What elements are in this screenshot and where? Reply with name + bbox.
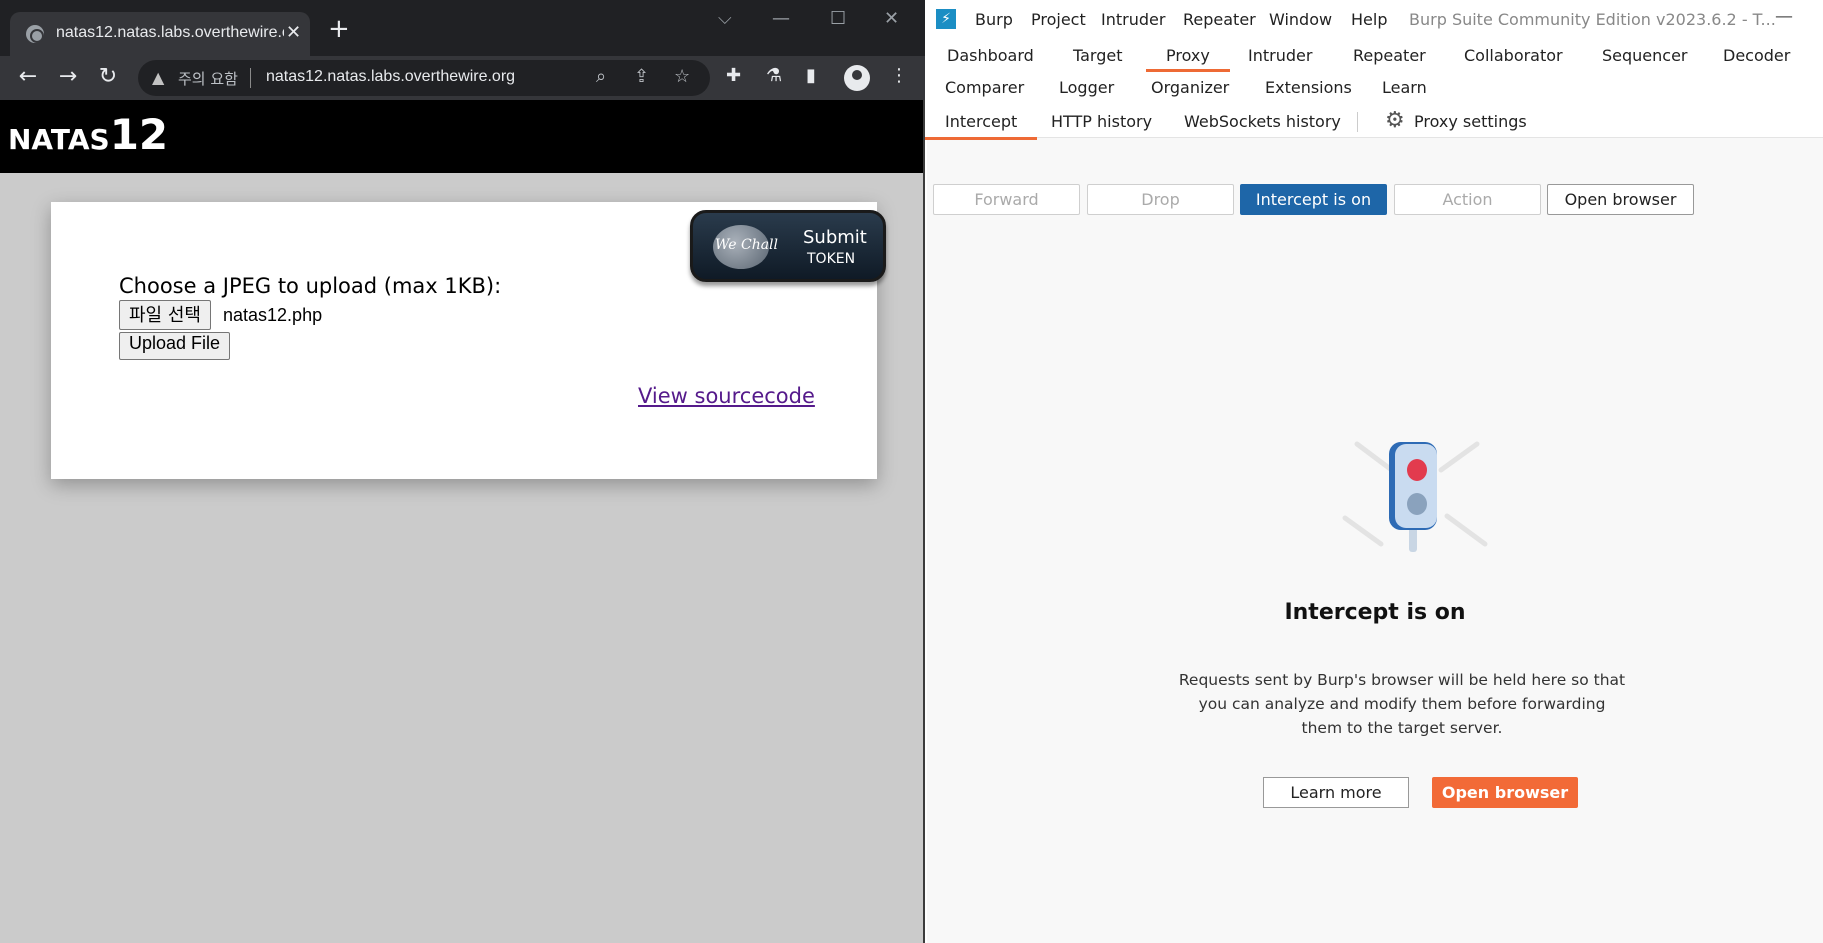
tab-repeater[interactable]: Repeater [1353,46,1426,65]
tab-http-history[interactable]: HTTP history [1051,112,1152,131]
menu-burp[interactable]: Burp [975,10,1013,29]
minimize-icon[interactable]: — [1775,6,1793,27]
gear-icon[interactable]: ⚙ [1385,108,1405,133]
divider [250,68,251,88]
intercept-panel-title: Intercept is on [1284,600,1466,625]
token-label: TOKEN [807,251,856,267]
tab-websockets-history[interactable]: WebSockets history [1184,112,1341,131]
window-title: Burp Suite Community Edition v2023.6.2 -… [1409,10,1776,29]
intercept-toggle-button[interactable]: Intercept is on [1240,184,1387,215]
tab-close-icon[interactable]: ✕ [286,22,301,43]
reload-icon[interactable]: ↻ [94,64,122,89]
wechall-logo-text: We Chall [715,237,779,253]
tab-intruder[interactable]: Intruder [1248,46,1312,65]
tab-proxy[interactable]: Proxy [1146,46,1230,72]
tab-comparer[interactable]: Comparer [945,78,1024,97]
drop-button[interactable]: Drop [1087,184,1234,215]
action-button[interactable]: Action [1394,184,1541,215]
selected-file-name: natas12.php [223,305,323,325]
intercept-panel-description: Requests sent by Burp's browser will be … [1178,671,1626,737]
view-sourcecode-link[interactable]: View sourcecode [638,384,815,408]
tab-extensions[interactable]: Extensions [1265,78,1352,97]
menu-window[interactable]: Window [1269,10,1332,29]
menu-bar: ⚡ Burp Project Intruder Repeater Window … [927,0,1823,40]
sidepanel-icon[interactable]: ▮ [806,65,816,86]
tab-target[interactable]: Target [1073,46,1123,65]
menu-help[interactable]: Help [1351,10,1387,29]
burp-window: ⚡ Burp Project Intruder Repeater Window … [924,0,1823,943]
wechall-submit-token-button[interactable]: We Chall Submit TOKEN [690,210,886,282]
natas-logo: NATAS12 [8,110,168,159]
browser-tab[interactable]: natas12.natas.labs.overthewire.org ✕ [10,12,310,56]
star-icon[interactable]: ☆ [674,66,690,87]
burp-logo-icon: ⚡ [936,9,956,29]
upload-file-button[interactable]: Upload File [119,332,231,360]
share-icon[interactable]: ⇪ [634,66,649,87]
divider [1357,112,1358,132]
submit-label: Submit [803,227,867,248]
close-window-icon[interactable]: ✕ [884,8,899,29]
proxy-sub-tabs: Intercept HTTP history WebSockets histor… [924,104,1823,140]
tab-learn[interactable]: Learn [1382,78,1427,97]
address-bar[interactable]: ▲ 주의 요함 natas12.natas.labs.overthewire.o… [138,60,710,96]
security-label[interactable]: 주의 요함 [178,68,238,89]
minimize-icon[interactable]: — [772,8,790,29]
open-browser-button[interactable]: Open browser [1547,184,1694,215]
profile-icon[interactable] [844,65,870,91]
tab-dashboard[interactable]: Dashboard [947,46,1034,65]
maximize-icon[interactable]: ☐ [830,8,846,29]
chrome-window: natas12.natas.labs.overthewire.org ✕ + ⌵… [0,0,925,943]
tab-organizer[interactable]: Organizer [1151,78,1229,97]
learn-more-button[interactable]: Learn more [1263,777,1409,808]
logo-number: 12 [109,110,169,159]
tab-intercept[interactable]: Intercept [924,112,1038,140]
forward-button[interactable]: Forward [933,184,1080,215]
tab-collaborator[interactable]: Collaborator [1464,46,1563,65]
tab-logger[interactable]: Logger [1059,78,1114,97]
logo-text: NATAS [8,123,110,156]
new-tab-button[interactable]: + [328,14,350,44]
back-icon[interactable]: ← [14,64,42,89]
tab-decoder[interactable]: Decoder [1723,46,1790,65]
choose-file-button[interactable]: 파일 선택 [119,300,211,330]
forward-icon[interactable]: → [54,64,82,89]
tab-search-icon[interactable]: ⌵ [718,8,732,29]
menu-project[interactable]: Project [1031,10,1086,29]
natas-header: NATAS12 [0,100,923,173]
open-browser-cta-button[interactable]: Open browser [1432,777,1578,808]
browser-toolbar: ← → ↻ ▲ 주의 요함 natas12.natas.labs.overthe… [0,56,925,100]
menu-intruder[interactable]: Intruder [1101,10,1165,29]
zoom-icon[interactable]: ⌕ [596,66,606,87]
labs-icon[interactable]: ⚗ [766,65,782,86]
url-text[interactable]: natas12.natas.labs.overthewire.org [266,68,515,86]
main-tabs: Dashboard Target Proxy Intruder Repeater… [927,40,1823,104]
proxy-settings-button[interactable]: Proxy settings [1414,112,1527,131]
globe-icon [26,25,44,43]
tab-strip: natas12.natas.labs.overthewire.org ✕ + ⌵… [0,0,925,56]
menu-repeater[interactable]: Repeater [1183,10,1256,29]
upload-prompt: Choose a JPEG to upload (max 1KB): [119,274,502,298]
traffic-light-icon [1342,441,1488,552]
extensions-icon[interactable]: ✚ [726,65,741,86]
menu-icon[interactable]: ⋮ [890,65,908,86]
warning-icon[interactable]: ▲ [152,68,164,87]
tab-title: natas12.natas.labs.overthewire.org [56,24,284,41]
tab-sequencer[interactable]: Sequencer [1602,46,1688,65]
